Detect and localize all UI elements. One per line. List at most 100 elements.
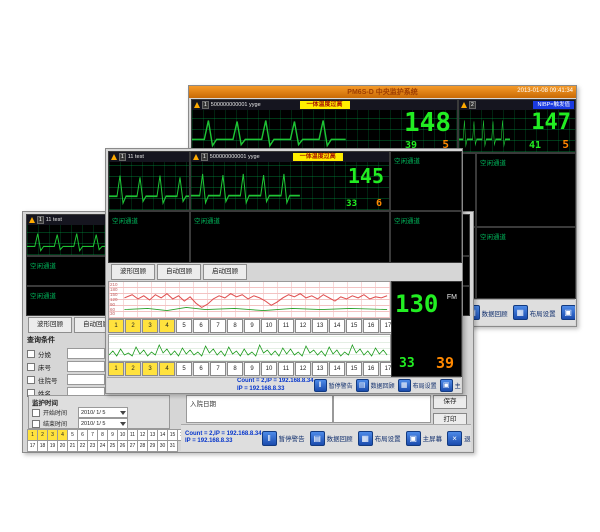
channel-panel-test[interactable]: 1 11 test — [108, 151, 190, 211]
search-field-input[interactable] — [67, 361, 105, 372]
date-value: 2010/ 1/ 5 — [79, 421, 120, 427]
toolbar-button[interactable]: ‖ 暂停警告 — [262, 431, 305, 446]
toco-trace — [109, 335, 390, 361]
page-box[interactable]: 8 — [227, 319, 243, 333]
result-list-admission[interactable]: 入院日期 — [186, 395, 333, 423]
monitor-time-title: 监护时间 — [32, 397, 166, 407]
page-box[interactable]: 4 — [159, 319, 175, 333]
toolbar-button-icon: ▣ — [406, 431, 421, 446]
toolbar-button[interactable]: ▤ 数据回顾 — [356, 379, 395, 392]
checkbox[interactable] — [27, 350, 35, 358]
toolbar-button[interactable]: ▦ 布局设置 — [398, 379, 437, 392]
idle-channel-panel[interactable]: 空闲通道 — [390, 211, 462, 263]
result-list-detail[interactable] — [333, 395, 431, 423]
toco-value: 33 — [346, 199, 357, 209]
page-box[interactable]: 9 — [244, 362, 260, 376]
toolbar-button-label: 布局设置 — [375, 433, 401, 443]
date-picker[interactable]: 2010/ 1/ 5 — [78, 418, 128, 429]
toolbar-button-icon: ▣ — [440, 379, 453, 392]
page-box[interactable]: 15 — [346, 319, 362, 333]
page-box[interactable]: 11 — [278, 362, 294, 376]
page-box[interactable]: 12 — [295, 319, 311, 333]
page-box[interactable]: 7 — [210, 362, 226, 376]
idle-channel-label: 空闲通道 — [30, 260, 56, 270]
checkbox[interactable] — [32, 420, 40, 428]
channel-panel-fhr1[interactable]: 1 500000000001 yyge 一体温度过高 148 39 5 — [191, 99, 458, 153]
checkbox[interactable] — [32, 409, 40, 417]
review-tab[interactable]: 启动回顾 — [203, 264, 247, 280]
numeric-tile[interactable]: 130 FM 33 39 — [391, 281, 462, 377]
toolbar-button[interactable]: ▤ 数据回顾 — [310, 431, 353, 446]
page-box[interactable]: 6 — [193, 319, 209, 333]
idle-channel-label: 空闲通道 — [394, 215, 420, 225]
toco-review-chart[interactable] — [108, 334, 391, 362]
date-picker[interactable]: 2010/ 1/ 5 — [78, 407, 128, 418]
toolbar-button[interactable]: × 退出系统 — [447, 431, 471, 446]
calendar-day[interactable]: 31 — [167, 440, 178, 452]
channel-panel-fhr2[interactable]: 2 NIBP=触发值 147 41 5 — [458, 99, 576, 153]
connection-count: Count = 2,IP = 192.168.8.34 — [185, 431, 262, 439]
wave-toolbar: Count = 2,IP = 192.168.8.34 IP = 192.168… — [107, 377, 461, 393]
page-box[interactable]: 5 — [176, 319, 192, 333]
toolbar-button[interactable]: ▦ 布局设置 — [513, 305, 556, 320]
connection-status: Count = 2,IP = 192.168.8.34 IP = 192.168… — [185, 431, 262, 446]
page-box[interactable]: 4 — [159, 362, 175, 376]
monitor-titlebar[interactable]: PM6S-D 中央监护系统 2013-01-08 09:41:34 — [189, 86, 576, 98]
idle-channel-panel[interactable]: 空闲通道 — [390, 151, 462, 211]
toolbar-button[interactable]: ▦ 布局设置 — [358, 431, 401, 446]
page-box[interactable]: 16 — [363, 319, 379, 333]
page-box[interactable]: 12 — [295, 362, 311, 376]
page-box[interactable]: 1 — [108, 319, 124, 333]
idle-channel-panel[interactable]: 空闲通道 — [26, 286, 106, 316]
toolbar-button[interactable]: ▣ 主屏幕 — [440, 379, 461, 392]
page-box[interactable]: 14 — [329, 362, 345, 376]
alarm-warning-icon — [111, 154, 117, 160]
page-box[interactable]: 2 — [125, 319, 141, 333]
alarm-banner: 一体温度过高 — [299, 101, 349, 109]
dropdown-caret-icon — [120, 422, 126, 426]
channel-header: 1 500000000001 yyge 一体温度过高 — [191, 152, 389, 162]
toolbar-button-label: 数据回顾 — [371, 381, 395, 390]
checkbox[interactable] — [27, 363, 35, 371]
page-box[interactable]: 11 — [278, 319, 294, 333]
page-box[interactable]: 16 — [363, 362, 379, 376]
toolbar-button-icon: ▤ — [356, 379, 369, 392]
checkbox[interactable] — [27, 376, 35, 384]
waveform-area: 148 39 5 — [192, 110, 457, 152]
idle-channel-panel[interactable]: 空闲通道 — [190, 211, 390, 263]
page-box[interactable]: 14 — [329, 319, 345, 333]
idle-channel-panel[interactable]: 空闲通道 — [476, 227, 576, 299]
toolbar-button[interactable]: ▣ 主屏幕 — [406, 431, 443, 446]
page-box[interactable]: 13 — [312, 319, 328, 333]
page-box[interactable]: 10 — [261, 362, 277, 376]
page-box[interactable]: 3 — [142, 362, 158, 376]
channel-header: 1 11 test — [109, 152, 189, 162]
idle-channel-panel[interactable]: 空闲通道 — [26, 256, 106, 286]
alarm-warning-icon — [193, 154, 199, 160]
page-box[interactable]: 5 — [176, 362, 192, 376]
toolbar-button[interactable]: ▣ 主屏幕 — [561, 305, 575, 320]
page-box[interactable]: 10 — [261, 319, 277, 333]
channel-panel-fhr-main[interactable]: 1 500000000001 yyge 一体温度过高 145 33 6 — [190, 151, 390, 211]
review-tab[interactable]: 波形回顾 — [111, 264, 155, 280]
page-box[interactable]: 1 — [108, 362, 124, 376]
review-tab[interactable]: 自动回顾 — [157, 264, 201, 280]
idle-channel-panel[interactable]: 空闲通道 — [108, 211, 190, 263]
page-box[interactable]: 9 — [244, 319, 260, 333]
page-box[interactable]: 8 — [227, 362, 243, 376]
search-field-input[interactable] — [67, 348, 105, 359]
page-box[interactable]: 13 — [312, 362, 328, 376]
page-box[interactable]: 15 — [346, 362, 362, 376]
page-box[interactable]: 7 — [210, 319, 226, 333]
action-button[interactable]: 保存 — [433, 395, 467, 409]
search-field-input[interactable] — [67, 374, 105, 385]
page-box[interactable]: 2 — [125, 362, 141, 376]
page-box[interactable]: 3 — [142, 319, 158, 333]
fhr-review-chart[interactable]: 210180150120906030 — [108, 281, 391, 319]
channel-panel-test[interactable]: 1 11 test — [26, 214, 106, 256]
toolbar-button[interactable]: ‖ 暂停警告 — [314, 379, 353, 392]
toolbar-button-icon: ▤ — [310, 431, 325, 446]
idle-channel-panel[interactable]: 空闲通道 — [476, 153, 576, 227]
review-tab[interactable]: 波形回顾 — [28, 317, 72, 333]
page-box[interactable]: 6 — [193, 362, 209, 376]
